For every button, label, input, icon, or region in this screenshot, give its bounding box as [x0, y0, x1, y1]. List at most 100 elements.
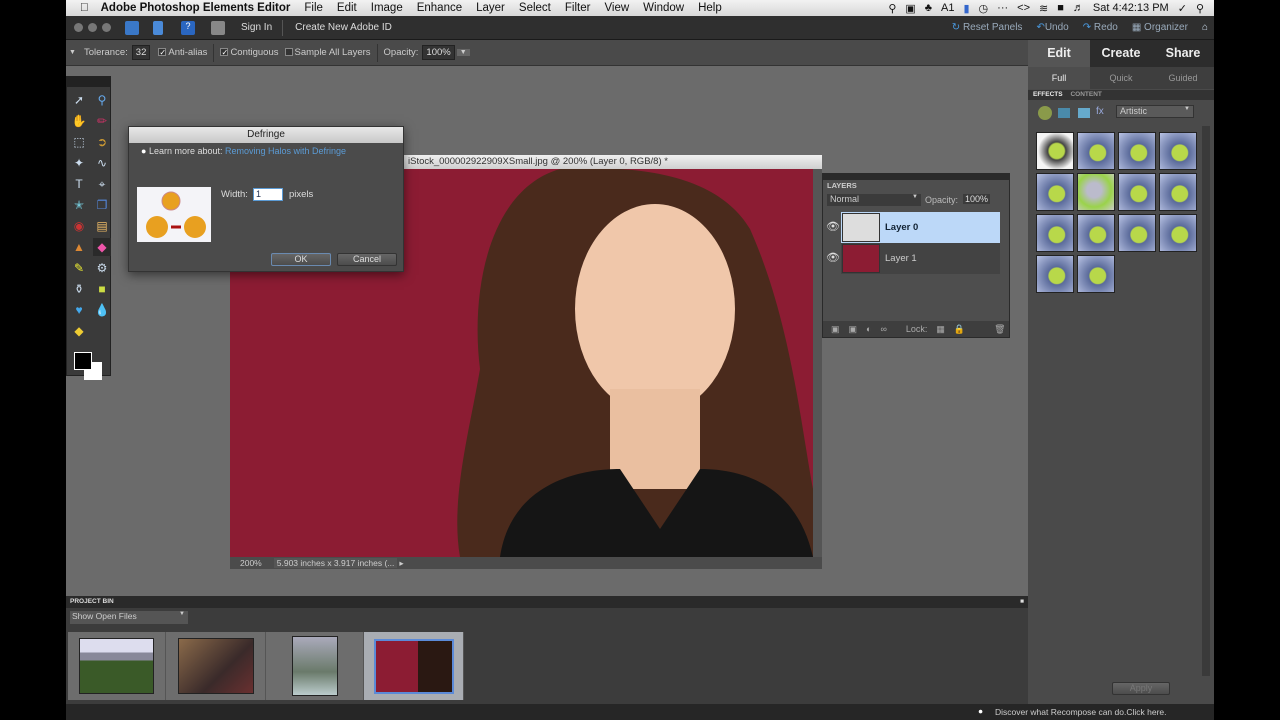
effect-thumbnail[interactable] — [1077, 132, 1115, 170]
mask-icon[interactable]: ▣ — [849, 324, 858, 335]
spotlight-icon[interactable]: ⚲ — [1196, 2, 1204, 15]
recompose-hint-link[interactable]: Discover what Recompose can do.Click her… — [995, 707, 1167, 717]
visibility-eye-icon[interactable]: 👁 — [826, 220, 840, 233]
width-input[interactable]: 1 — [253, 188, 283, 201]
photo-effects-icon[interactable] — [1078, 108, 1090, 118]
bin-item-landscape[interactable] — [68, 632, 166, 700]
cancel-button[interactable]: Cancel — [337, 253, 397, 266]
menu-window[interactable]: Window — [643, 2, 684, 14]
organizer-button[interactable]: ▦ Organizer — [1132, 22, 1188, 33]
menu-select[interactable]: Select — [519, 2, 551, 14]
home-icon[interactable]: ⌂ — [1202, 22, 1208, 33]
shape-tool-icon[interactable]: ♥ — [70, 301, 88, 319]
filters-icon[interactable] — [1038, 106, 1052, 120]
tab-guided[interactable]: Guided — [1152, 67, 1214, 89]
effect-thumbnail[interactable] — [1036, 214, 1074, 252]
fx-icon[interactable]: fx — [1096, 106, 1104, 117]
layer-row-layer-1[interactable]: Layer 1 — [841, 243, 1000, 274]
color-swatches[interactable] — [74, 352, 104, 382]
tab-content[interactable]: CONTENT — [1070, 91, 1101, 98]
zoom-tool-icon[interactable]: ⚲ — [93, 91, 111, 109]
sync-icon[interactable]: ··· — [997, 2, 1008, 14]
magic-wand-tool-icon[interactable]: ✦ — [70, 154, 88, 172]
bluetooth-icon[interactable]: ▮ — [963, 2, 969, 15]
gradient-tool-icon[interactable]: ■ — [93, 280, 111, 298]
wifi-icon[interactable]: ≋ — [1039, 2, 1048, 15]
effect-thumbnail[interactable] — [1036, 255, 1074, 293]
options-menu-icon[interactable]: ▼ — [69, 49, 76, 56]
eyedropper-tool-icon[interactable]: ✏ — [93, 112, 111, 130]
layers-tab[interactable]: LAYERS — [827, 181, 857, 190]
panel-header[interactable] — [823, 174, 1009, 180]
crop-tool-icon[interactable]: ⌖ — [93, 175, 111, 193]
delete-layer-icon[interactable]: 🗑 — [994, 324, 1005, 335]
close-window-button[interactable] — [74, 23, 83, 32]
visibility-eye-icon[interactable]: 👁 — [826, 251, 840, 264]
minimize-window-button[interactable] — [88, 23, 97, 32]
menu-layer[interactable]: Layer — [476, 2, 505, 14]
bin-item-portrait-red[interactable] — [364, 632, 464, 700]
link-icon[interactable]: ∞ — [880, 324, 886, 334]
tab-full[interactable]: Full — [1028, 67, 1090, 89]
layer-opacity-input[interactable]: 100% — [963, 194, 991, 204]
clone-stamp-tool-icon[interactable]: ▲ — [70, 238, 88, 256]
clock[interactable]: Sat 4:42:13 PM — [1093, 2, 1169, 14]
menu-file[interactable]: File — [304, 2, 323, 14]
effect-thumbnail[interactable] — [1159, 214, 1197, 252]
new-file-icon[interactable] — [125, 20, 139, 35]
layer-styles-icon[interactable] — [1058, 108, 1070, 118]
effect-thumbnail[interactable] — [1036, 173, 1074, 211]
effect-thumbnail[interactable] — [1036, 132, 1074, 170]
redo-button[interactable]: ↷ Redo — [1083, 22, 1118, 33]
eraser-tool-icon[interactable]: ◆ — [93, 238, 111, 256]
opacity-dropdown-icon[interactable]: ▼ — [456, 49, 470, 56]
foreground-color-swatch[interactable] — [74, 352, 92, 370]
hand-tool-icon[interactable]: ✋ — [70, 112, 88, 130]
status-icon-search-tool[interactable]: ⚲ — [888, 2, 896, 15]
opacity-input[interactable]: 100% — [422, 45, 455, 60]
effect-thumbnail[interactable] — [1159, 132, 1197, 170]
adobe-icon[interactable]: A1 — [941, 2, 954, 14]
status-menu-arrow[interactable]: ▸ — [399, 558, 403, 569]
red-eye-tool-icon[interactable]: ◉ — [70, 217, 88, 235]
reset-panels-button[interactable]: ↻ Reset Panels — [952, 22, 1023, 33]
code-icon[interactable]: <> — [1017, 2, 1030, 14]
menu-edit[interactable]: Edit — [337, 2, 357, 14]
apply-button[interactable]: Apply — [1112, 682, 1170, 695]
bin-item-party-room[interactable] — [166, 632, 266, 700]
arrange-icon[interactable] — [211, 20, 225, 35]
menu-image[interactable]: Image — [371, 2, 403, 14]
effect-thumbnail[interactable] — [1077, 214, 1115, 252]
effect-thumbnail[interactable] — [1118, 132, 1156, 170]
smart-brush-tool-icon[interactable]: ⚙ — [93, 259, 111, 277]
lock-all-icon[interactable]: 🔒 — [954, 324, 965, 335]
time-machine-icon[interactable]: ◷ — [979, 2, 989, 15]
bin-filter-select[interactable]: Show Open Files ▼ — [70, 611, 188, 624]
evernote-icon[interactable]: ♣ — [925, 2, 932, 14]
quick-selection-tool-icon[interactable]: ∿ — [93, 154, 111, 172]
tab-edit[interactable]: Edit — [1028, 40, 1090, 67]
sign-in-link[interactable]: Sign In — [241, 22, 272, 33]
undo-button[interactable]: ↶Undo — [1036, 22, 1068, 33]
tab-effects[interactable]: EFFECTS — [1033, 91, 1063, 98]
adjustment-layer-icon[interactable]: ◐ — [866, 324, 871, 334]
ok-button[interactable]: OK — [271, 253, 331, 266]
menu-enhance[interactable]: Enhance — [417, 2, 462, 14]
lasso-tool-icon[interactable]: ➲ — [93, 133, 111, 151]
cookie-cutter-tool-icon[interactable]: ✭ — [70, 196, 88, 214]
effect-thumbnail[interactable] — [1118, 173, 1156, 211]
anti-alias-checkbox[interactable]: ✓ Anti-alias — [158, 47, 207, 58]
create-adobe-id-link[interactable]: Create New Adobe ID — [295, 22, 392, 33]
recompose-tool-icon[interactable]: ❐ — [93, 196, 111, 214]
marquee-tool-icon[interactable]: ⬚ — [70, 133, 88, 151]
learn-more-link[interactable]: Removing Halos with Defringe — [225, 146, 346, 156]
tab-create[interactable]: Create — [1090, 40, 1152, 67]
zoom-window-button[interactable] — [102, 23, 111, 32]
new-layer-icon[interactable]: ▣ — [831, 324, 840, 335]
menu-help[interactable]: Help — [698, 2, 722, 14]
tab-quick[interactable]: Quick — [1090, 67, 1152, 89]
app-menu[interactable]: Adobe Photoshop Elements Editor — [101, 2, 291, 14]
user-icon[interactable]: ✓ — [1178, 2, 1187, 15]
menu-view[interactable]: View — [604, 2, 629, 14]
tab-share[interactable]: Share — [1152, 40, 1214, 67]
